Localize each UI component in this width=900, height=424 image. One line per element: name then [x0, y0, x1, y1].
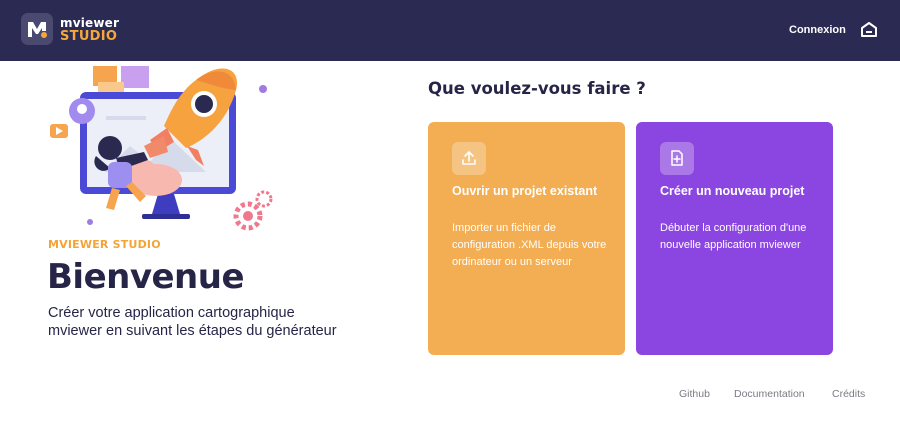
card-description: Débuter la configuration d'une nouvelle …: [660, 222, 807, 251]
new-project-card[interactable]: Créer un nouveau projet Débuter la confi…: [636, 122, 833, 355]
page-title: Bienvenue: [47, 257, 245, 297]
login-link[interactable]: Connexion: [789, 24, 846, 36]
card-title: Créer un nouveau projet: [660, 184, 805, 198]
footer-link-documentation[interactable]: Documentation: [734, 388, 805, 400]
mviewer-logo-icon[interactable]: [21, 13, 53, 45]
new-file-icon: [660, 142, 694, 175]
card-title: Ouvrir un projet existant: [452, 184, 598, 198]
upload-icon: [452, 142, 486, 175]
section-question: Que voulez-vous faire ?: [428, 79, 646, 98]
open-project-card[interactable]: Ouvrir un projet existant Importer un fi…: [428, 122, 625, 355]
footer-link-github[interactable]: Github: [679, 388, 710, 400]
top-navbar: mviewer STUDIO Connexion: [0, 0, 900, 61]
card-description: Importer un fichier de configuration .XM…: [452, 222, 607, 268]
rocket-launch-illustration: [46, 62, 276, 237]
footer-link-credits[interactable]: Crédits: [832, 388, 865, 400]
hero-subtitle: Créer votre application cartographique m…: [48, 305, 337, 339]
home-icon[interactable]: [860, 21, 878, 42]
hero-tagline: MVIEWER STUDIO: [48, 238, 161, 251]
brand-subtitle: STUDIO: [60, 29, 118, 44]
brand-name: mviewer: [60, 16, 120, 30]
